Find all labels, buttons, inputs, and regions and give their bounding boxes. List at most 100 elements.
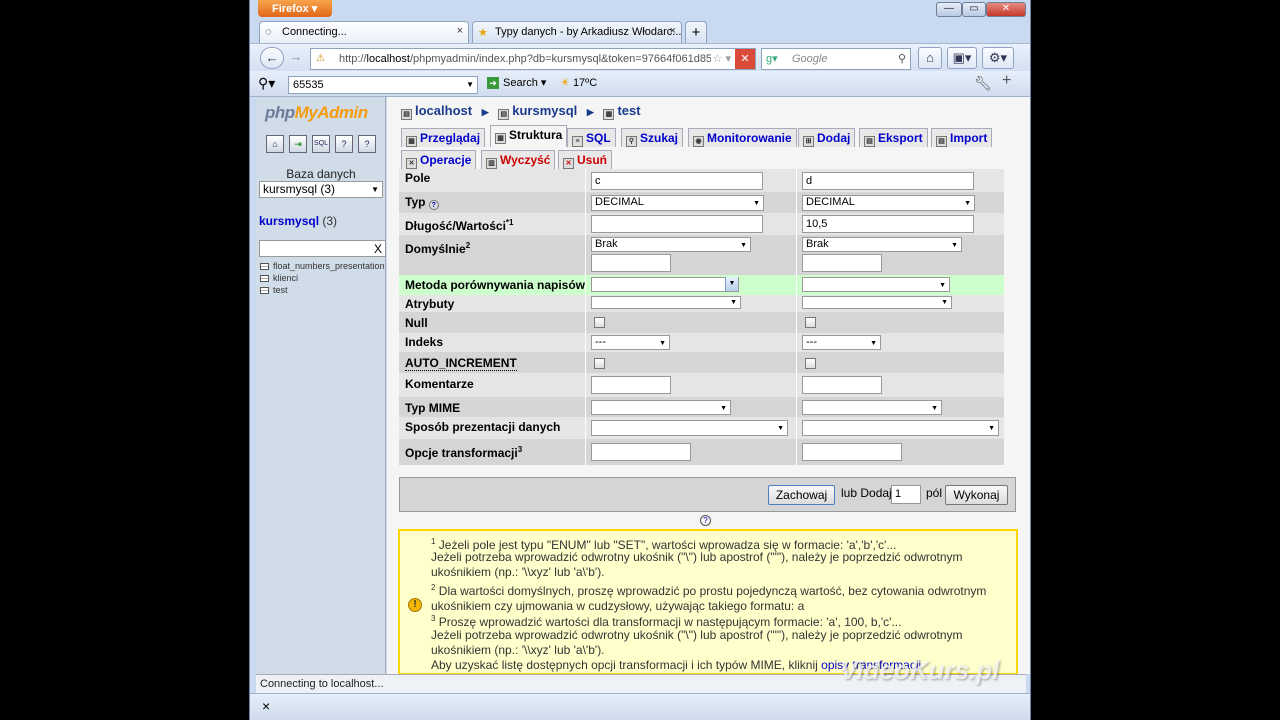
magnifier-icon[interactable]: ⚲▾ bbox=[258, 75, 275, 92]
close-icon[interactable]: × bbox=[670, 25, 676, 37]
tab-drop[interactable]: ✕ Usuń bbox=[558, 150, 612, 169]
field-index-select-2[interactable]: --- ▼ bbox=[802, 335, 881, 350]
field-length-input-2[interactable]: 10,5 bbox=[802, 215, 974, 233]
url-bar[interactable]: ⚠ http://localhost/phpmyadmin/index.php?… bbox=[310, 48, 756, 70]
search-icon: ⚲ bbox=[626, 136, 637, 147]
firefox-menu-button[interactable]: Firefox ▾ bbox=[258, 0, 332, 17]
add-icon[interactable]: + bbox=[1002, 72, 1011, 90]
tab-empty[interactable]: ▥ Wyczyść bbox=[481, 150, 556, 169]
breadcrumb: ▤ localhost ▶ ▤ kursmysql ▶ ▦ test bbox=[401, 103, 641, 120]
field-default-input-2[interactable] bbox=[802, 254, 882, 272]
sql-icon[interactable]: SQL bbox=[312, 135, 330, 153]
home-icon[interactable]: ⌂ bbox=[918, 47, 942, 69]
home-icon[interactable]: ⌂ bbox=[266, 135, 284, 153]
screenshot-icon[interactable]: ▣▾ bbox=[947, 47, 977, 69]
field-transformation-select-2[interactable]: ▼ bbox=[802, 420, 999, 436]
field-ai-checkbox-1[interactable] bbox=[594, 358, 605, 369]
bookmark-star-icon[interactable]: ☆ ▾ bbox=[710, 49, 731, 69]
table-item[interactable]: test bbox=[260, 285, 288, 295]
help-icon[interactable]: ? bbox=[358, 135, 376, 153]
help-icon[interactable]: ? bbox=[700, 515, 711, 526]
field-comment-input-2[interactable] bbox=[802, 376, 882, 394]
field-index-select-1[interactable]: --- ▼ bbox=[591, 335, 670, 350]
field-name-input-2[interactable]: d bbox=[802, 172, 974, 190]
tab-export[interactable]: ▤ Eksport bbox=[859, 128, 928, 147]
table-item[interactable]: klienci bbox=[260, 273, 298, 283]
maximize-button[interactable]: ▭ bbox=[962, 2, 986, 17]
field-options-input-2[interactable] bbox=[802, 443, 902, 461]
breadcrumb-server[interactable]: localhost bbox=[415, 103, 472, 118]
close-icon[interactable]: × bbox=[262, 698, 270, 714]
field-default-select-2[interactable]: Brak ▼ bbox=[802, 237, 962, 252]
close-icon[interactable]: × bbox=[457, 25, 463, 37]
wrench-icon[interactable]: 🔧︎ bbox=[974, 75, 992, 92]
field-null-checkbox-1[interactable] bbox=[594, 317, 605, 328]
forward-button[interactable]: → bbox=[284, 47, 308, 69]
field-options-input-1[interactable] bbox=[591, 443, 691, 461]
field-transformation-select-1[interactable]: ▼ bbox=[591, 420, 788, 436]
search-input[interactable]: g▾ Google ⚲ bbox=[761, 48, 911, 70]
add-fields-count-input[interactable]: 1 bbox=[891, 485, 921, 504]
clear-filter-icon[interactable]: X bbox=[374, 242, 382, 256]
back-button[interactable]: ← bbox=[260, 47, 284, 69]
magnifier-icon[interactable]: ⚲ bbox=[898, 49, 906, 69]
phpmyadmin-logo[interactable]: phpMyAdmin bbox=[265, 103, 368, 123]
minimize-button[interactable]: — bbox=[936, 2, 962, 17]
breadcrumb-db[interactable]: kursmysql bbox=[512, 103, 577, 118]
insert-icon: ⊞ bbox=[803, 136, 814, 147]
go-button[interactable]: Wykonaj bbox=[945, 485, 1008, 505]
tab-connecting[interactable]: ◌ Connecting... × bbox=[259, 21, 469, 43]
close-window-button[interactable]: ✕ bbox=[986, 2, 1026, 17]
db-name-link[interactable]: kursmysql (3) bbox=[259, 214, 337, 228]
field-name-input-1[interactable]: c bbox=[591, 172, 763, 190]
field-attributes-select-1[interactable]: ▼ bbox=[591, 296, 741, 309]
field-collation-select-2[interactable]: ▼ bbox=[802, 277, 950, 292]
google-icon: g▾ bbox=[766, 53, 778, 65]
field-attributes-select-2[interactable]: ▼ bbox=[802, 296, 952, 309]
find-bar: × bbox=[250, 693, 1030, 720]
table-filter-input[interactable]: X bbox=[259, 240, 386, 257]
new-tab-button[interactable]: + bbox=[685, 21, 707, 43]
field-type-select-2[interactable]: DECIMAL ▼ bbox=[802, 195, 975, 211]
tab-sql[interactable]: ≡ SQL bbox=[567, 128, 616, 147]
table-icon bbox=[260, 275, 269, 282]
tab-browse[interactable]: ▦ Przeglądaj bbox=[401, 128, 486, 147]
weather-widget[interactable]: ☀ 17ºC bbox=[560, 76, 597, 89]
field-comment-input-1[interactable] bbox=[591, 376, 671, 394]
help-icon: ? bbox=[428, 200, 439, 210]
field-default-input-1[interactable] bbox=[591, 254, 671, 272]
tab-import[interactable]: ▤ Import bbox=[931, 128, 993, 147]
exit-icon[interactable]: ⇥ bbox=[289, 135, 307, 153]
field-mime-select-1[interactable]: ▼ bbox=[591, 400, 731, 415]
stop-icon[interactable]: ✕ bbox=[735, 49, 755, 69]
breadcrumb-table[interactable]: test bbox=[617, 103, 640, 118]
save-button[interactable]: Zachowaj bbox=[768, 485, 835, 505]
db-select[interactable]: kursmysql (3) ▼ bbox=[259, 181, 383, 198]
row-transformation: Sposób prezentacji danych ▼ ▼ bbox=[399, 417, 1004, 439]
warning-icon: ! bbox=[408, 598, 422, 612]
tab-structure[interactable]: ▦ Struktura bbox=[490, 125, 568, 147]
tab-search[interactable]: ⚲ Szukaj bbox=[621, 128, 684, 147]
docs-icon[interactable]: ? bbox=[335, 135, 353, 153]
field-length-input-1[interactable] bbox=[591, 215, 763, 233]
sql-icon: ≡ bbox=[572, 136, 583, 147]
addon-icon[interactable]: ⚙▾ bbox=[982, 47, 1014, 69]
tracking-icon: ◉ bbox=[693, 136, 704, 147]
fields-word: pól bbox=[926, 486, 943, 500]
db-label: Baza danych bbox=[286, 167, 356, 181]
tab-operations[interactable]: ✕ Operacje bbox=[401, 150, 477, 169]
field-default-select-1[interactable]: Brak ▼ bbox=[591, 237, 751, 252]
field-null-checkbox-2[interactable] bbox=[805, 317, 816, 328]
tab-insert[interactable]: ⊞ Dodaj bbox=[798, 128, 856, 147]
field-ai-checkbox-2[interactable] bbox=[805, 358, 816, 369]
toolbar-search-field[interactable]: 65535 ▼ bbox=[288, 76, 478, 94]
table-item[interactable]: float_numbers_presentation bbox=[260, 261, 385, 271]
field-type-select-1[interactable]: DECIMAL ▼ bbox=[591, 195, 764, 211]
field-collation-select-1[interactable]: ▼ bbox=[591, 277, 739, 292]
field-mime-select-2[interactable]: ▼ bbox=[802, 400, 942, 415]
tab-tracking[interactable]: ◉ Monitorowanie bbox=[688, 128, 797, 147]
row-length: Długość/Wartości*1 10,5 bbox=[399, 213, 1004, 235]
tab-typy-danych[interactable]: ★ Typy danych - by Arkadiusz Włodarc... … bbox=[472, 21, 682, 43]
toolbar-search-button[interactable]: ➜ Search ▾ bbox=[487, 76, 546, 89]
table-icon bbox=[260, 263, 269, 270]
